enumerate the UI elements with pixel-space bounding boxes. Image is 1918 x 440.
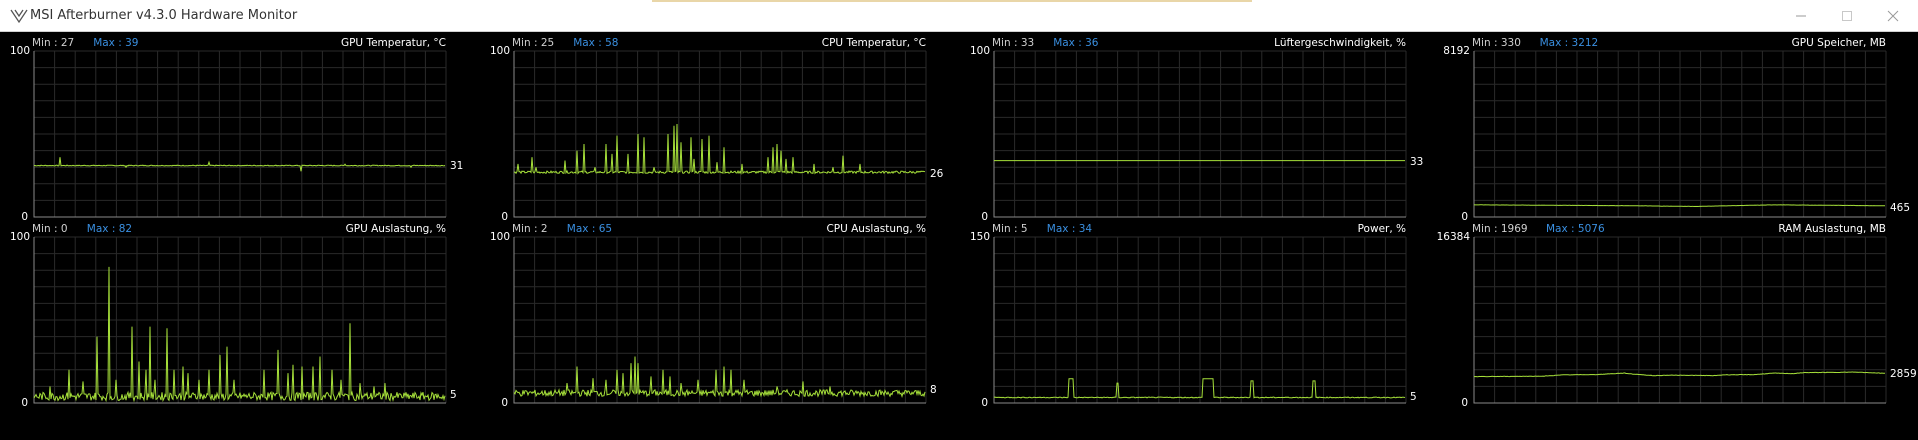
graph-title: RAM Auslastung, MB [1778, 223, 1886, 235]
graph-min-label: Min : 5 [992, 223, 1028, 235]
graph-panel-gpu-speicher-mb[interactable]: Min : 330 Max : 3212 GPU Speicher, MB 8192 0… [1440, 34, 1916, 223]
graph-y-max-label: 100 [969, 45, 990, 57]
graph-plot-gpu-speicher-mb [1473, 50, 1887, 218]
close-button[interactable] [1870, 0, 1916, 31]
graph-min-label: Min : 1969 [1472, 223, 1528, 235]
graph-min-label: Min : 330 [1472, 37, 1521, 49]
minimize-icon [1796, 15, 1806, 16]
title-bar-accent [652, 0, 1252, 2]
title-bar: MSI Afterburner v4.3.0 Hardware Monitor [0, 0, 1918, 32]
graph-plot-gpu-temperatur-c [33, 50, 447, 218]
graph-plot-ram-auslastung-mb [1473, 236, 1887, 404]
graph-panel-ram-auslastung-mb[interactable]: Min : 1969 Max : 5076 RAM Auslastung, MB 16… [1436, 220, 1917, 409]
graph-max-label: Max : 39 [93, 37, 139, 49]
maximize-icon [1842, 10, 1852, 21]
graph-panel-l-ftergeschwindigkeit[interactable]: Min : 33 Max : 36 Lüftergeschwindigkeit, %… [960, 34, 1436, 223]
graph-current-value: 465 [1890, 201, 1911, 214]
graph-panel-cpu-auslastung[interactable]: Min : 2 Max : 65 CPU Auslastung, % 100 0 8 [480, 220, 956, 409]
graph-min-label: Min : 33 [992, 37, 1035, 49]
graph-y-max-label: 16384 [1436, 231, 1470, 243]
graph-min-label: Min : 25 [512, 37, 555, 49]
graph-min-label: Min : 0 [32, 223, 68, 235]
graph-y-max-label: 100 [489, 231, 510, 243]
graph-current-value: 26 [930, 167, 944, 180]
graph-panel-gpu-auslastung[interactable]: Min : 0 Max : 82 GPU Auslastung, % 100 0 5 [0, 220, 476, 409]
graph-y-max-label: 150 [969, 231, 990, 243]
graph-min-label: Min : 27 [32, 37, 75, 49]
graph-max-label: Max : 34 [1046, 223, 1093, 235]
graph-max-label: Max : 3212 [1539, 37, 1599, 49]
graph-current-value: 31 [450, 159, 464, 172]
graph-title: GPU Auslastung, % [345, 223, 446, 235]
graph-y-max-label: 100 [9, 231, 30, 243]
graph-title: Power, % [1357, 223, 1406, 235]
graph-max-label: Max : 36 [1053, 37, 1099, 49]
graph-plot-cpu-temperatur-c [513, 50, 927, 218]
graph-title: GPU Temperatur, °C [340, 37, 446, 49]
graph-title: CPU Auslastung, % [826, 223, 926, 235]
graph-plot-cpu-auslastung [513, 236, 927, 404]
graph-current-value: 5 [1410, 391, 1417, 404]
graph-current-value: 2859 [1890, 368, 1917, 381]
graph-plot-l-ftergeschwindigkeit [993, 50, 1407, 218]
graph-y-min-label: 0 [21, 397, 28, 409]
graph-y-max-label: 8192 [1443, 45, 1470, 57]
maximize-button[interactable] [1824, 0, 1870, 31]
graph-y-max-label: 100 [489, 45, 510, 57]
close-icon [1887, 10, 1899, 21]
graph-title: CPU Temperatur, °C [821, 37, 926, 49]
graph-max-label: Max : 58 [573, 37, 619, 49]
window-title: MSI Afterburner v4.3.0 Hardware Monitor [30, 8, 298, 23]
graph-y-min-label: 0 [501, 397, 508, 409]
graph-current-value: 8 [930, 383, 937, 396]
graph-y-min-label: 0 [981, 397, 988, 409]
graph-plot-power [993, 236, 1407, 404]
graph-max-label: Max : 65 [566, 223, 613, 235]
graph-y-min-label: 0 [1461, 397, 1468, 409]
graph-y-max-label: 100 [9, 45, 30, 57]
graph-max-label: Max : 82 [86, 223, 133, 235]
graph-current-value: 5 [450, 388, 457, 401]
minimize-button[interactable] [1778, 0, 1824, 31]
afterburner-logo-icon [10, 9, 28, 24]
graph-title: Lüftergeschwindigkeit, % [1274, 37, 1406, 49]
graph-panel-cpu-temperatur-c[interactable]: Min : 25 Max : 58 CPU Temperatur, °C 100 0 26 [480, 34, 956, 223]
graph-max-label: Max : 5076 [1546, 223, 1605, 235]
graph-min-label: Min : 2 [512, 223, 548, 235]
graph-current-value: 33 [1410, 156, 1424, 169]
graph-panel-gpu-temperatur-c[interactable]: Min : 27 Max : 39 GPU Temperatur, °C 100 0 31 [0, 34, 476, 223]
graph-title: GPU Speicher, MB [1791, 37, 1886, 49]
graph-plot-gpu-auslastung [33, 236, 447, 404]
graph-panel-power[interactable]: Min : 5 Max : 34 Power, % 150 0 5 [960, 220, 1436, 409]
